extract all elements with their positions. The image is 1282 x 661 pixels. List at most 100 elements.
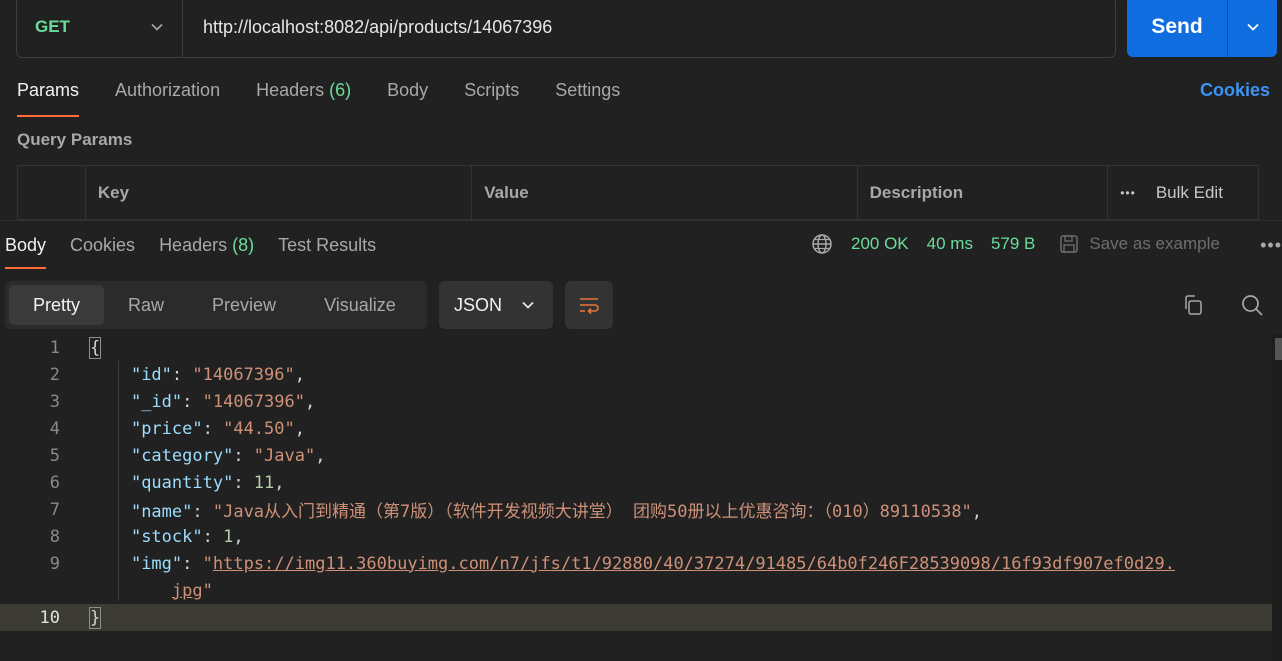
checkbox-column-header <box>18 166 86 219</box>
resp-headers-count: (8) <box>232 235 255 255</box>
tab-headers[interactable]: Headers (6) <box>256 80 351 106</box>
bulk-edit-button[interactable]: Bulk Edit <box>1156 183 1223 203</box>
json-value: "14067396" <box>192 364 295 385</box>
json-key: "stock" <box>130 526 203 547</box>
chevron-down-icon <box>1246 23 1259 31</box>
globe-icon[interactable] <box>811 233 833 255</box>
json-value: 1 <box>223 526 234 547</box>
response-meta: 200 OK 40 ms 579 B Save as example <box>811 233 1220 255</box>
tab-scripts[interactable]: Scripts <box>464 80 519 106</box>
code-text: jpg" <box>171 580 213 601</box>
response-tabs: Body Cookies Headers (8) Test Results <box>5 235 400 269</box>
resp-tab-headers[interactable]: Headers (8) <box>159 235 254 256</box>
query-params-title: Query Params <box>17 130 133 149</box>
view-mode-group: Pretty Raw Preview Visualize <box>5 281 427 329</box>
json-key: "category" <box>130 445 234 466</box>
code-line: 2 "id": "14067396", <box>0 361 1272 388</box>
code-text: "price": "44.50", <box>130 418 305 439</box>
url-input[interactable]: http://localhost:8082/api/products/14067… <box>183 17 552 38</box>
code-line: 9 "img": "https://img11.360buyimg.com/n7… <box>0 550 1272 577</box>
json-link[interactable]: https://img11.360buyimg.com/n7/jfs/t1/92… <box>213 554 1175 574</box>
code-text: "_id": "14067396", <box>130 391 316 412</box>
line-number: 8 <box>49 526 60 547</box>
code-line-current: 10 } <box>0 604 1272 631</box>
json-key: "_id" <box>130 391 183 412</box>
line-number: 9 <box>49 553 60 574</box>
code-text: "category": "Java", <box>130 445 326 466</box>
line-number: 3 <box>49 391 60 412</box>
line-number: 5 <box>49 445 60 466</box>
send-button[interactable]: Send <box>1127 0 1227 57</box>
chevron-down-icon <box>151 23 163 31</box>
code-line: 3 "_id": "14067396", <box>0 388 1272 415</box>
more-options-icon[interactable]: ••• <box>1260 235 1282 256</box>
line-number: 2 <box>49 364 60 385</box>
tab-authorization[interactable]: Authorization <box>115 80 220 106</box>
tab-headers-label: Headers <box>256 80 325 100</box>
more-options-icon[interactable]: ••• <box>1120 186 1136 200</box>
code-text: } <box>88 606 102 629</box>
bulk-edit-area: ••• Bulk Edit <box>1108 166 1258 219</box>
tab-params[interactable]: Params <box>17 80 80 117</box>
response-size[interactable]: 579 B <box>991 234 1035 254</box>
code-text: "quantity": 11, <box>130 472 285 493</box>
value-column-header: Value <box>472 166 858 219</box>
line-number: 7 <box>49 499 60 520</box>
key-column-header: Key <box>86 166 473 219</box>
line-number: 4 <box>49 418 60 439</box>
view-visualize[interactable]: Visualize <box>300 285 420 325</box>
send-dropdown-button[interactable] <box>1227 0 1277 57</box>
headers-count: (6) <box>329 80 352 100</box>
view-preview[interactable]: Preview <box>188 285 300 325</box>
code-line: 4 "price": "44.50", <box>0 415 1272 442</box>
response-body-code[interactable]: 1 { 2 "id": "14067396", 3 "_id": "140673… <box>0 334 1272 631</box>
open-brace: { <box>88 336 102 359</box>
code-text: { <box>88 336 102 359</box>
resp-tab-body[interactable]: Body <box>5 235 47 269</box>
json-value: "44.50" <box>223 418 295 439</box>
scrollbar-thumb[interactable] <box>1275 338 1282 360</box>
scrollbar[interactable] <box>1272 334 1282 661</box>
copy-icon[interactable] <box>1181 293 1205 317</box>
json-key: "img" <box>130 553 183 574</box>
status-badge[interactable]: 200 OK <box>851 234 909 254</box>
code-line: 5 "category": "Java", <box>0 442 1272 469</box>
json-value: "14067396" <box>202 391 305 412</box>
tab-settings[interactable]: Settings <box>555 80 620 106</box>
description-column-header: Description <box>858 166 1109 219</box>
code-text: "img": "https://img11.360buyimg.com/n7/j… <box>130 553 1175 574</box>
line-number: 1 <box>49 337 60 358</box>
code-text: "name": "Java从入门到精通（第7版）（软件开发视频大讲堂） 团购50… <box>130 502 983 522</box>
save-as-example-label: Save as example <box>1089 234 1220 253</box>
method-label: GET <box>35 17 70 36</box>
response-time[interactable]: 40 ms <box>927 234 973 254</box>
cookies-link[interactable]: Cookies <box>1200 80 1270 101</box>
code-line: 6 "quantity": 11, <box>0 469 1272 496</box>
json-key: "name" <box>130 502 193 522</box>
resp-tab-cookies[interactable]: Cookies <box>70 235 135 256</box>
wrap-lines-button[interactable] <box>565 281 613 329</box>
line-number: 6 <box>49 472 60 493</box>
code-text: "id": "14067396", <box>130 364 305 385</box>
chevron-down-icon <box>522 301 534 309</box>
request-url-bar: GET http://localhost:8082/api/products/1… <box>16 0 1116 58</box>
json-link-continued[interactable]: jpg <box>172 581 203 601</box>
json-key: "price" <box>130 418 203 439</box>
code-line-wrap: jpg" <box>0 577 1272 604</box>
resp-tab-test-results[interactable]: Test Results <box>278 235 376 256</box>
view-raw[interactable]: Raw <box>104 285 188 325</box>
json-value: "Java" <box>253 445 316 466</box>
resp-tab-headers-label: Headers <box>159 235 228 255</box>
search-icon[interactable] <box>1240 293 1264 317</box>
line-number: 10 <box>39 607 60 628</box>
tab-body[interactable]: Body <box>387 80 428 106</box>
save-as-example-button[interactable]: Save as example <box>1059 234 1220 254</box>
json-key: "quantity" <box>130 472 234 493</box>
method-select[interactable]: GET <box>17 0 183 57</box>
json-key: "id" <box>130 364 172 385</box>
format-select[interactable]: JSON <box>439 281 553 329</box>
view-pretty[interactable]: Pretty <box>9 285 105 325</box>
wrap-lines-icon <box>580 298 599 315</box>
request-tabs: Params Authorization Headers (6) Body Sc… <box>17 80 656 117</box>
json-value: 11 <box>253 472 275 493</box>
